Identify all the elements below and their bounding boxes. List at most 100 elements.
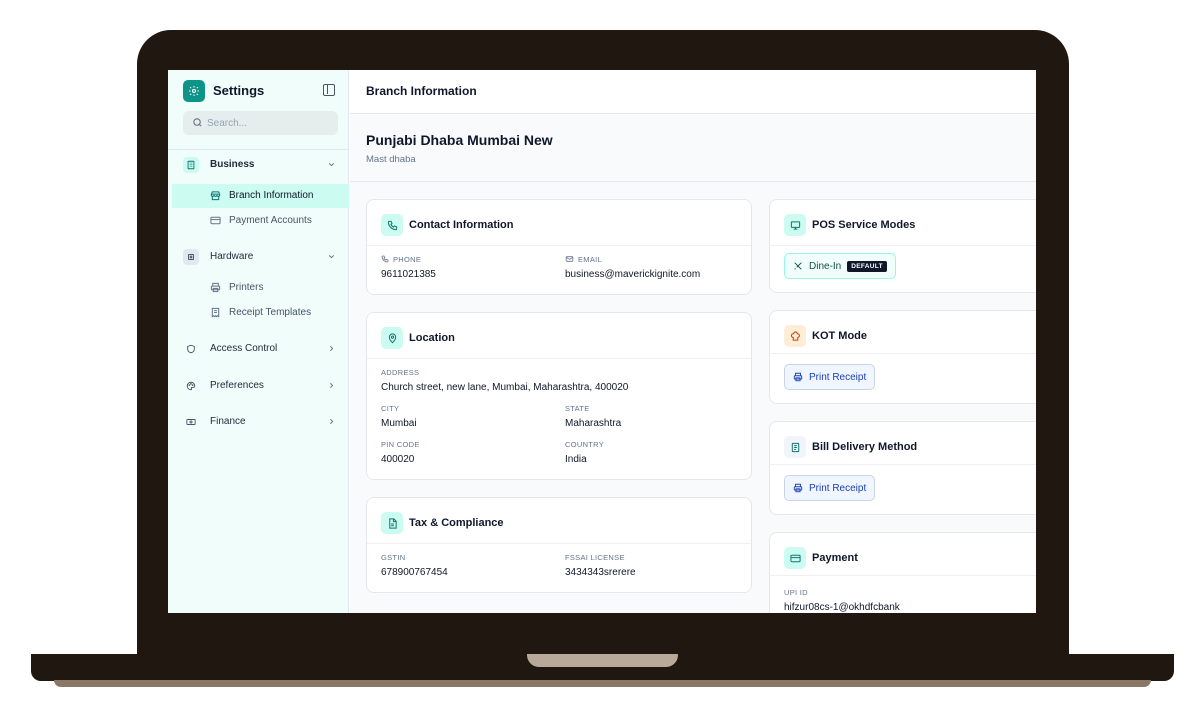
sidebar-item-label: Payment Accounts bbox=[229, 215, 312, 226]
chevron-down-icon bbox=[328, 255, 335, 259]
chevron-right-icon bbox=[330, 382, 334, 389]
monitor-icon bbox=[784, 214, 806, 236]
country-label: COUNTRY bbox=[565, 440, 605, 449]
phone-label: PHONE bbox=[393, 255, 422, 264]
card-title: Tax & Compliance bbox=[409, 517, 504, 529]
card-title: Contact Information bbox=[409, 219, 514, 231]
address-value: Church street, new lane, Mumbai, Maharas… bbox=[381, 382, 629, 393]
content-area: Contact Information PHONE 9611021385 EMA… bbox=[350, 182, 1036, 613]
page-title: Branch Information bbox=[366, 84, 477, 98]
settings-logo-icon bbox=[183, 80, 205, 102]
gstin-label: GSTIN bbox=[381, 553, 406, 562]
chevron-right-icon bbox=[330, 345, 334, 352]
phone-icon bbox=[381, 214, 403, 236]
card-title: Payment bbox=[812, 552, 858, 564]
contact-information-card: Contact Information PHONE 9611021385 EMA… bbox=[366, 199, 752, 295]
sidebar-group-preferences[interactable]: Preferences bbox=[180, 375, 340, 397]
sidebar-group-finance[interactable]: Finance bbox=[180, 411, 340, 433]
sidebar-group-label: Preferences bbox=[210, 380, 264, 391]
bill-icon bbox=[784, 436, 806, 458]
store-icon bbox=[210, 191, 221, 201]
building-icon bbox=[183, 157, 199, 173]
receipt-icon bbox=[211, 307, 220, 318]
sidebar-item-label: Branch Information bbox=[229, 190, 314, 201]
phone-small-icon bbox=[381, 255, 389, 263]
card-title: POS Service Modes bbox=[812, 219, 916, 231]
utensils-icon bbox=[794, 262, 802, 270]
default-badge: DEFAULT bbox=[847, 260, 887, 272]
credit-card-icon bbox=[784, 547, 806, 569]
search-box[interactable] bbox=[183, 111, 338, 135]
sidebar-group-label: Finance bbox=[210, 416, 246, 427]
tax-compliance-card: Tax & Compliance GSTIN 678900767454 FSSA… bbox=[366, 497, 752, 593]
credit-card-icon bbox=[210, 216, 221, 225]
cpu-icon bbox=[183, 249, 199, 265]
email-label: EMAIL bbox=[578, 255, 603, 264]
card-divider bbox=[367, 543, 751, 544]
payment-card: Payment UPI ID hifzur08cs-1@okhdfcbank bbox=[769, 532, 1036, 613]
search-input[interactable] bbox=[207, 115, 327, 131]
pos-service-modes-card: POS Service Modes Dine-In DEFAULT bbox=[769, 199, 1036, 293]
sidebar-item-branch-information[interactable]: Branch Information bbox=[172, 184, 349, 208]
bill-print-receipt-option[interactable]: Print Receipt bbox=[784, 475, 876, 501]
sidebar-item-label: Receipt Templates bbox=[229, 307, 312, 318]
bill-option-label: Print Receipt bbox=[809, 482, 867, 494]
sidebar-group-label: Business bbox=[210, 159, 255, 170]
sidebar: Settings Business Branch Information Pay… bbox=[168, 70, 349, 613]
sidebar-divider bbox=[168, 149, 349, 150]
state-label: STATE bbox=[565, 404, 590, 413]
shield-icon bbox=[183, 341, 199, 357]
sidebar-item-label: Printers bbox=[229, 282, 264, 293]
printer-icon bbox=[793, 483, 803, 493]
sidebar-group-hardware[interactable]: Hardware bbox=[180, 246, 340, 268]
card-divider bbox=[770, 245, 1036, 246]
sidebar-item-payment-accounts[interactable]: Payment Accounts bbox=[172, 209, 349, 233]
fssai-label: FSSAI LICENSE bbox=[565, 553, 625, 562]
collapse-sidebar-icon[interactable] bbox=[323, 84, 335, 96]
laptop-base-shadow bbox=[54, 680, 1151, 687]
sidebar-item-receipt-templates[interactable]: Receipt Templates bbox=[172, 301, 349, 325]
sidebar-group-business[interactable]: Business bbox=[180, 154, 340, 176]
bill-delivery-method-card: Bill Delivery Method Print Receipt bbox=[769, 421, 1036, 515]
dine-in-mode-chip[interactable]: Dine-In DEFAULT bbox=[784, 253, 896, 279]
phone-value: 9611021385 bbox=[381, 269, 436, 280]
card-divider bbox=[770, 353, 1036, 354]
card-title: Location bbox=[409, 332, 455, 344]
file-text-icon bbox=[381, 512, 403, 534]
pos-mode-label: Dine-In bbox=[809, 260, 842, 272]
pincode-label: PIN CODE bbox=[381, 440, 420, 449]
printer-icon bbox=[793, 372, 803, 382]
city-value: Mumbai bbox=[381, 418, 417, 429]
card-title: KOT Mode bbox=[812, 330, 867, 342]
chevron-down-icon bbox=[328, 163, 335, 167]
upi-label: UPI ID bbox=[784, 588, 808, 597]
branch-subtitle: Mast dhaba bbox=[366, 154, 416, 165]
branch-header: Punjabi Dhaba Mumbai New Mast dhaba bbox=[350, 115, 1036, 182]
banknote-icon bbox=[183, 414, 199, 430]
sidebar-title: Settings bbox=[213, 83, 265, 98]
app-screen: Settings Business Branch Information Pay… bbox=[168, 70, 1036, 613]
kot-mode-card: KOT Mode Print Receipt bbox=[769, 310, 1036, 404]
sidebar-item-printers[interactable]: Printers bbox=[172, 276, 349, 300]
chevron-right-icon bbox=[330, 418, 334, 425]
printer-icon bbox=[210, 282, 221, 293]
address-label: ADDRESS bbox=[381, 368, 420, 377]
card-divider bbox=[367, 245, 751, 246]
sidebar-group-access-control[interactable]: Access Control bbox=[180, 338, 340, 360]
location-card: Location ADDRESS Church street, new lane… bbox=[366, 312, 752, 480]
country-value: India bbox=[565, 454, 587, 465]
state-value: Maharashtra bbox=[565, 418, 622, 429]
kot-option-label: Print Receipt bbox=[809, 371, 867, 383]
mail-icon bbox=[565, 256, 574, 262]
pincode-value: 400020 bbox=[381, 454, 415, 465]
sidebar-header: Settings bbox=[183, 80, 335, 102]
map-pin-icon bbox=[381, 327, 403, 349]
kot-print-receipt-option[interactable]: Print Receipt bbox=[784, 364, 876, 390]
sidebar-group-label: Hardware bbox=[210, 251, 254, 262]
palette-icon bbox=[183, 378, 199, 394]
email-value: business@maverickignite.com bbox=[565, 269, 701, 280]
gstin-value: 678900767454 bbox=[381, 567, 448, 578]
page-header: Branch Information bbox=[350, 70, 1036, 114]
city-label: CITY bbox=[381, 404, 400, 413]
sidebar-group-label: Access Control bbox=[210, 343, 278, 354]
